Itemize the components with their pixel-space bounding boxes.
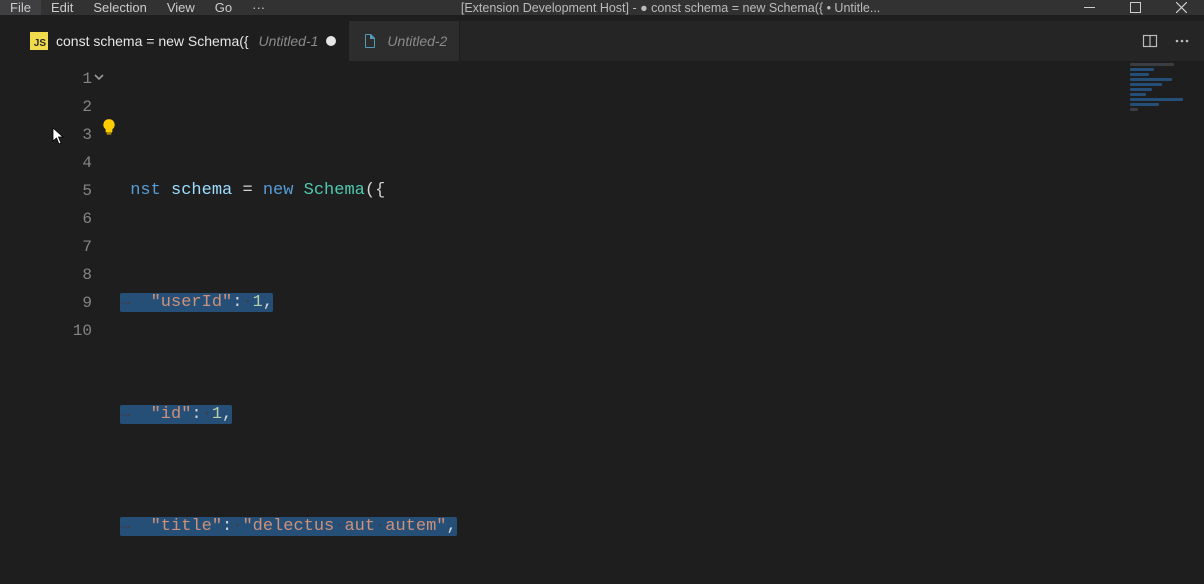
line-number: 9: [18, 289, 92, 317]
tab-label: Untitled-2: [387, 33, 447, 49]
vscode-window: File Edit Selection View Go ··· [Extensi…: [0, 0, 1204, 584]
js-icon: JS: [30, 32, 48, 50]
menu-edit[interactable]: Edit: [41, 0, 83, 15]
code-line: → "id":·1,: [120, 401, 600, 429]
menu-more[interactable]: ···: [242, 0, 275, 15]
line-number: 5: [18, 177, 92, 205]
more-actions-button[interactable]: [1170, 29, 1194, 53]
minimap[interactable]: [1124, 61, 1204, 151]
editor-body[interactable]: 1 2 3 4 5 6 7 8 9 10: [18, 61, 1204, 584]
tab-label: const schema = new Schema({ Untitled-1: [56, 33, 318, 49]
line-number: 2: [18, 93, 92, 121]
line-number-gutter: 1 2 3 4 5 6 7 8 9 10: [18, 61, 100, 584]
code-line: → "userId":·1,: [120, 289, 600, 317]
minimize-button[interactable]: [1066, 0, 1112, 15]
menu-view[interactable]: View: [157, 0, 205, 15]
tab-untitled-2[interactable]: Untitled-2: [349, 21, 460, 61]
line-number: 6: [18, 205, 92, 233]
file-icon: [361, 32, 379, 50]
close-button[interactable]: [1158, 0, 1204, 15]
menu-selection[interactable]: Selection: [83, 0, 156, 15]
menu-go[interactable]: Go: [205, 0, 242, 15]
dirty-indicator-icon: [326, 36, 336, 46]
maximize-button[interactable]: [1112, 0, 1158, 15]
tab-untitled-1[interactable]: JS const schema = new Schema({ Untitled-…: [18, 21, 349, 61]
tab-actions: [1128, 21, 1204, 61]
line-number: 1: [18, 65, 92, 93]
editor-group: JS const schema = new Schema({ Untitled-…: [18, 21, 1204, 584]
code-content[interactable]: nst schema = new Schema({ → "userId":·1,…: [100, 61, 600, 584]
window-title: [Extension Development Host] - ● const s…: [275, 1, 1066, 15]
code-line: nst schema = new Schema({: [120, 177, 600, 205]
split-editor-button[interactable]: [1138, 29, 1162, 53]
client-area: JS const schema = new Schema({ Untitled-…: [0, 15, 1204, 584]
tabs-row: JS const schema = new Schema({ Untitled-…: [18, 21, 1204, 61]
line-number: 4: [18, 149, 92, 177]
menu-file[interactable]: File: [0, 0, 41, 15]
line-number: 8: [18, 261, 92, 289]
code-line: → "title":·"delectus·aut·autem",: [120, 513, 600, 541]
menu-bar: File Edit Selection View Go ···: [0, 0, 275, 15]
line-number: 3: [18, 121, 92, 149]
line-number: 7: [18, 233, 92, 261]
window-controls: [1066, 0, 1204, 15]
lightbulb-icon[interactable]: [100, 62, 118, 80]
tabs-spacer: [460, 21, 1128, 61]
line-number: 10: [18, 317, 92, 345]
title-bar: File Edit Selection View Go ··· [Extensi…: [0, 0, 1204, 15]
